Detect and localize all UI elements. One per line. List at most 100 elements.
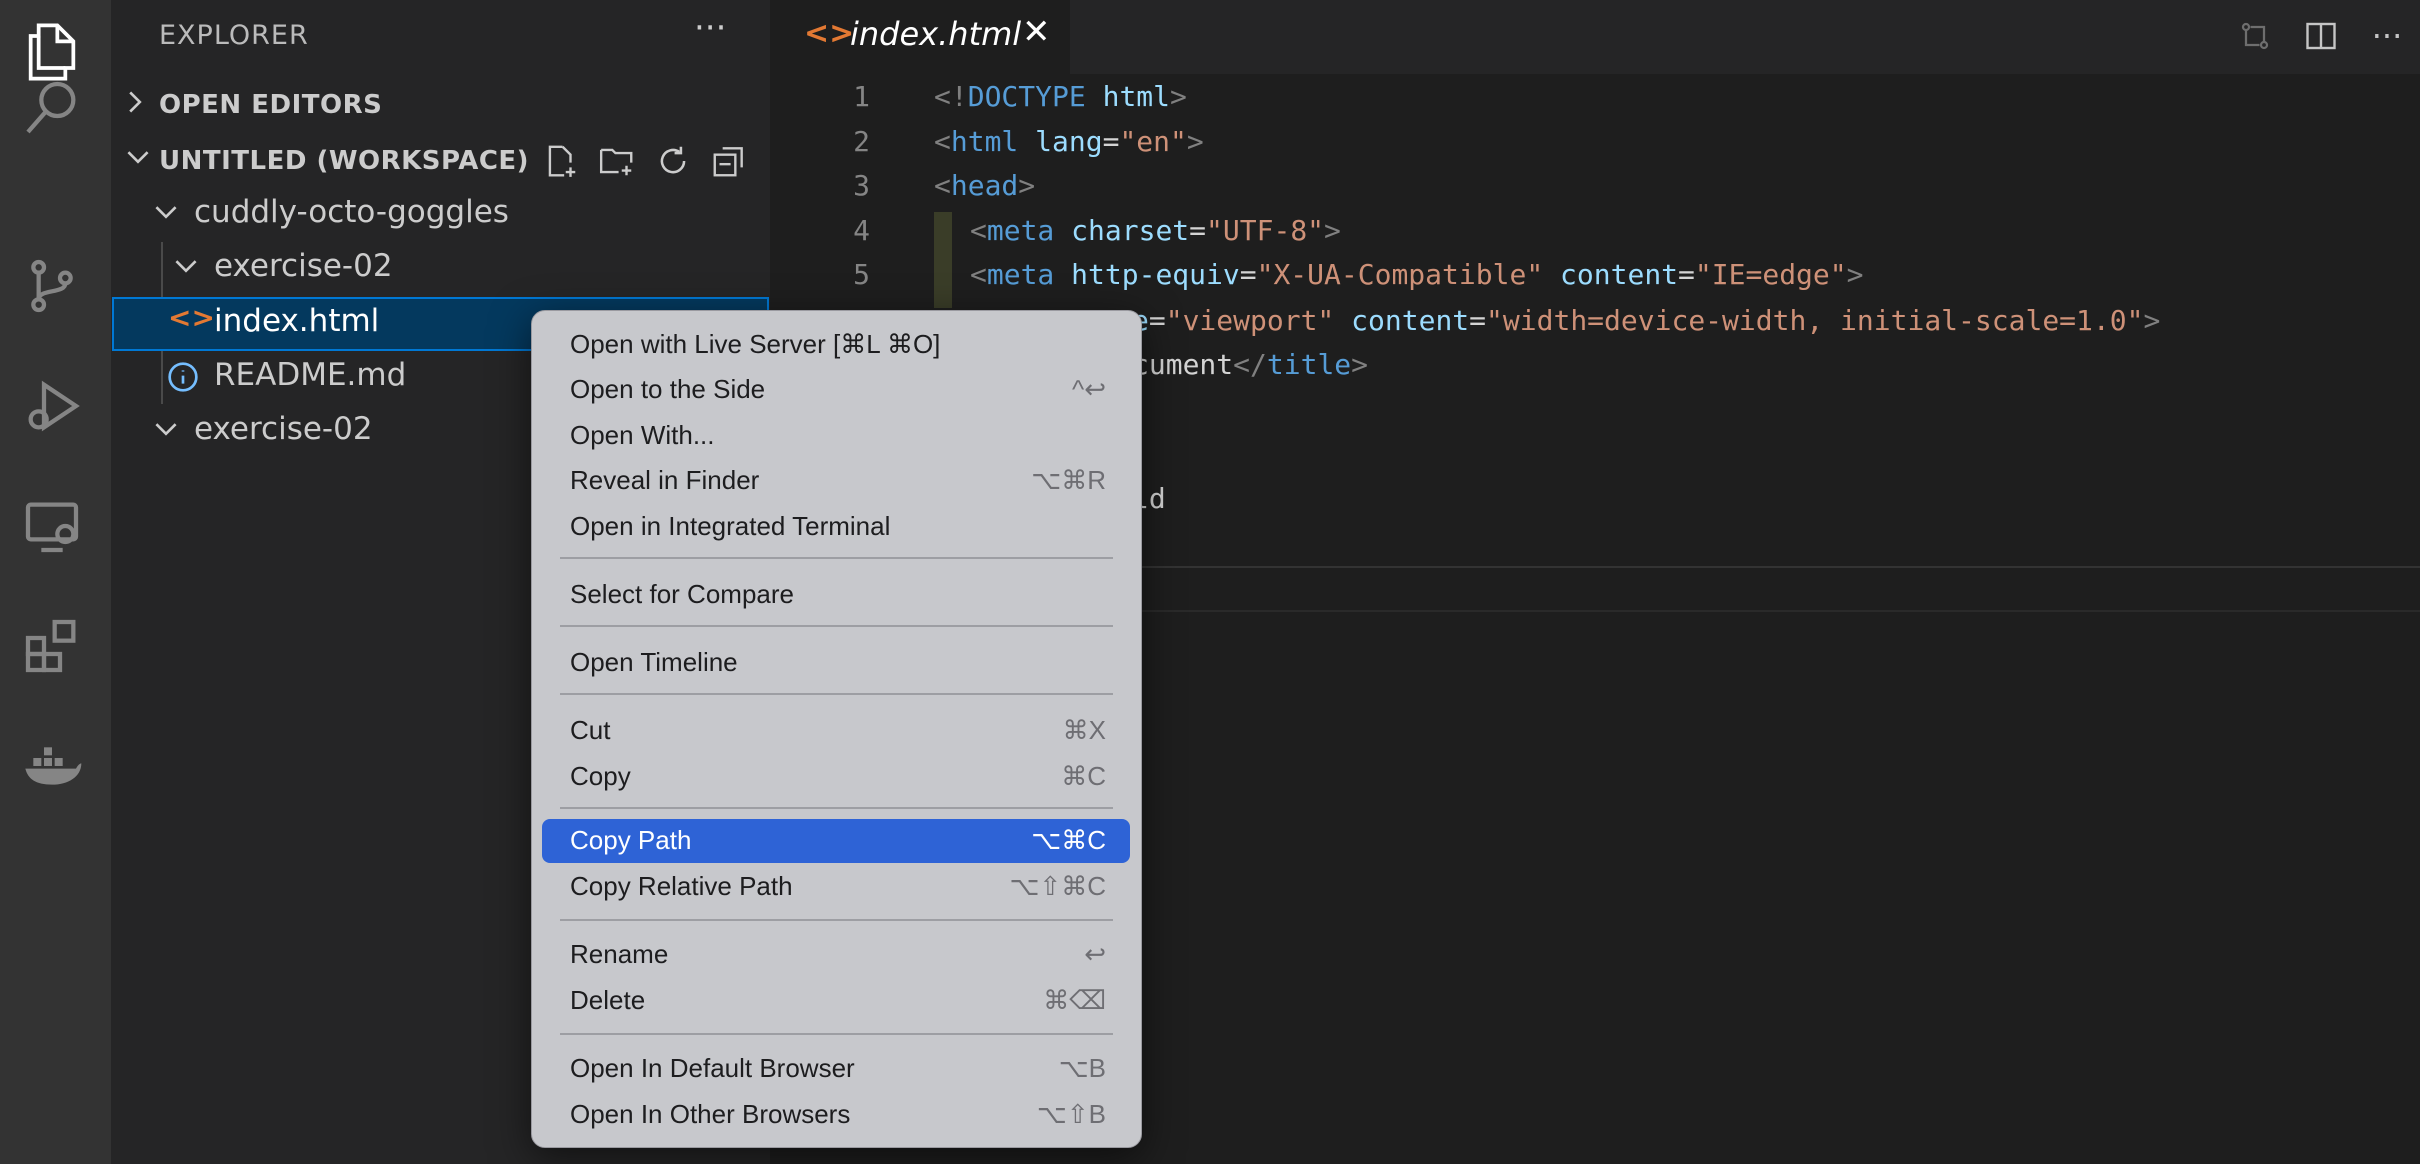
menu-item-label: Open Timeline [570, 647, 738, 677]
menu-item-reveal-in-finder[interactable]: Reveal in Finder ⌥⌘R [542, 459, 1130, 503]
indent-highlight [934, 212, 952, 308]
editor-tab-bar: <> index.html ✕ ··· [770, 0, 2420, 74]
menu-item-shortcut: ⌥B [1058, 1053, 1106, 1083]
folder-label: cuddly-octo-goggles [194, 194, 509, 230]
refresh-icon[interactable] [653, 141, 693, 181]
chevron-down-icon [123, 143, 153, 179]
menu-item-label: Open to the Side [570, 374, 766, 404]
code-line-5: <meta http-equiv="X-UA-Compatible" conte… [970, 258, 1864, 291]
menu-item-open-timeline[interactable]: Open Timeline [542, 641, 1130, 685]
html-file-icon: <> [168, 301, 215, 334]
menu-item-shortcut: ⌘⌫ [1043, 985, 1106, 1015]
info-icon [167, 361, 199, 401]
line-number: 4 [853, 214, 870, 247]
chevron-down-icon [171, 250, 201, 286]
code-line-3: <head> [934, 169, 1036, 202]
split-editor-icon[interactable] [2288, 8, 2354, 64]
file-label: README.md [214, 357, 407, 393]
menu-item-rename[interactable]: Rename ↩ [542, 933, 1130, 977]
code-line-1: <!DOCTYPE html> [934, 80, 1187, 113]
explorer-title: EXPLORER [159, 20, 309, 51]
menu-item-shortcut: ⌥⌘C [1031, 825, 1106, 855]
menu-item-label: Cut [570, 715, 611, 745]
section-open-editors[interactable]: OPEN EDITORS [111, 77, 770, 133]
search-icon[interactable] [16, 72, 88, 144]
menu-item-label: Rename [570, 939, 669, 969]
extensions-icon[interactable] [16, 610, 88, 682]
new-folder-icon[interactable] [597, 141, 637, 181]
more-actions-icon[interactable]: ··· [694, 8, 726, 48]
menu-item-label: Reveal in Finder [570, 465, 760, 495]
tree-folder[interactable]: exercise-02 [111, 242, 770, 296]
workspace-actions [541, 141, 749, 181]
line-number: 2 [853, 125, 870, 158]
folder-label: exercise-02 [214, 248, 393, 284]
menu-item-shortcut: ⌥⌘R [1031, 465, 1106, 495]
menu-item-open-terminal[interactable]: Open in Integrated Terminal [542, 505, 1130, 549]
chevron-down-icon [151, 413, 181, 449]
section-label: OPEN EDITORS [159, 90, 383, 120]
docker-icon[interactable] [16, 730, 88, 802]
line-number: 1 [853, 80, 870, 113]
menu-item-shortcut: ⌘C [1061, 761, 1106, 791]
menu-item-open-to-side[interactable]: Open to the Side ^↩ [542, 368, 1130, 412]
menu-separator [560, 693, 1113, 695]
remote-explorer-icon[interactable] [16, 490, 88, 562]
divider [1140, 566, 2420, 568]
menu-item-open-live-server[interactable]: Open with Live Server [⌘L ⌘O] [542, 323, 1130, 367]
section-workspace[interactable]: UNTITLED (WORKSPACE) [111, 133, 770, 189]
divider [1140, 610, 2420, 612]
menu-item-label: Copy [570, 761, 631, 791]
menu-item-copy[interactable]: Copy ⌘C [542, 755, 1130, 799]
code-line-6: e="viewport" content="width=device-width… [1132, 304, 2161, 337]
chevron-right-icon [123, 87, 153, 123]
chevron-down-icon [151, 196, 181, 232]
menu-item-select-for-compare[interactable]: Select for Compare [542, 573, 1130, 617]
menu-item-shortcut: ^↩ [1072, 374, 1106, 404]
menu-item-delete[interactable]: Delete ⌘⌫ [542, 979, 1130, 1023]
editor-actions: ··· [2222, 8, 2420, 64]
tab-index-html[interactable]: <> index.html ✕ [770, 0, 1070, 74]
menu-item-label: Open with Live Server [⌘L ⌘O] [570, 329, 941, 359]
menu-item-shortcut: ↩ [1084, 939, 1106, 969]
menu-item-shortcut: ⌥⇧⌘C [1009, 871, 1106, 901]
code-line-4: <meta charset="UTF-8"> [970, 214, 1341, 247]
menu-separator [560, 919, 1113, 921]
activity-bar [0, 0, 111, 1164]
menu-item-cut[interactable]: Cut ⌘X [542, 709, 1130, 753]
menu-item-copy-path[interactable]: Copy Path ⌥⌘C [542, 819, 1130, 863]
menu-item-label: Delete [570, 985, 646, 1015]
collapse-all-icon[interactable] [709, 141, 749, 181]
section-label: UNTITLED (WORKSPACE) [159, 146, 530, 176]
menu-item-open-other-browsers[interactable]: Open In Other Browsers ⌥⇧B [542, 1093, 1130, 1137]
run-debug-icon[interactable] [16, 370, 88, 442]
context-menu: Open with Live Server [⌘L ⌘O] Open to th… [531, 310, 1142, 1148]
compare-changes-icon[interactable] [2222, 8, 2288, 64]
menu-item-open-with[interactable]: Open With... [542, 414, 1130, 458]
menu-separator [560, 1033, 1113, 1035]
line-number: 3 [853, 169, 870, 202]
more-actions-icon[interactable]: ··· [2354, 8, 2420, 64]
source-control-icon[interactable] [16, 250, 88, 322]
menu-item-label: Open In Other Browsers [570, 1099, 851, 1129]
file-label: index.html [214, 303, 380, 339]
menu-item-shortcut: ⌘X [1062, 715, 1106, 745]
tab-label: index.html [850, 15, 1022, 53]
menu-item-label: Open in Integrated Terminal [570, 511, 891, 541]
menu-item-shortcut: ⌥⇧B [1036, 1099, 1106, 1129]
close-icon[interactable]: ✕ [1022, 12, 1051, 52]
code-line-2: <html lang="en"> [934, 125, 1204, 158]
new-file-icon[interactable] [541, 141, 581, 181]
menu-item-label: Copy Relative Path [570, 871, 793, 901]
menu-item-label: Open With... [570, 420, 715, 450]
menu-separator [560, 625, 1113, 627]
tree-folder[interactable]: cuddly-octo-goggles [111, 188, 770, 242]
line-number: 5 [853, 258, 870, 291]
menu-item-label: Select for Compare [570, 579, 794, 609]
menu-item-label: Open In Default Browser [570, 1053, 855, 1083]
folder-label: exercise-02 [194, 411, 373, 447]
menu-item-open-default-browser[interactable]: Open In Default Browser ⌥B [542, 1047, 1130, 1091]
menu-item-copy-relative-path[interactable]: Copy Relative Path ⌥⇧⌘C [542, 865, 1130, 909]
menu-separator [560, 807, 1113, 809]
html-file-icon: <> [804, 16, 855, 51]
